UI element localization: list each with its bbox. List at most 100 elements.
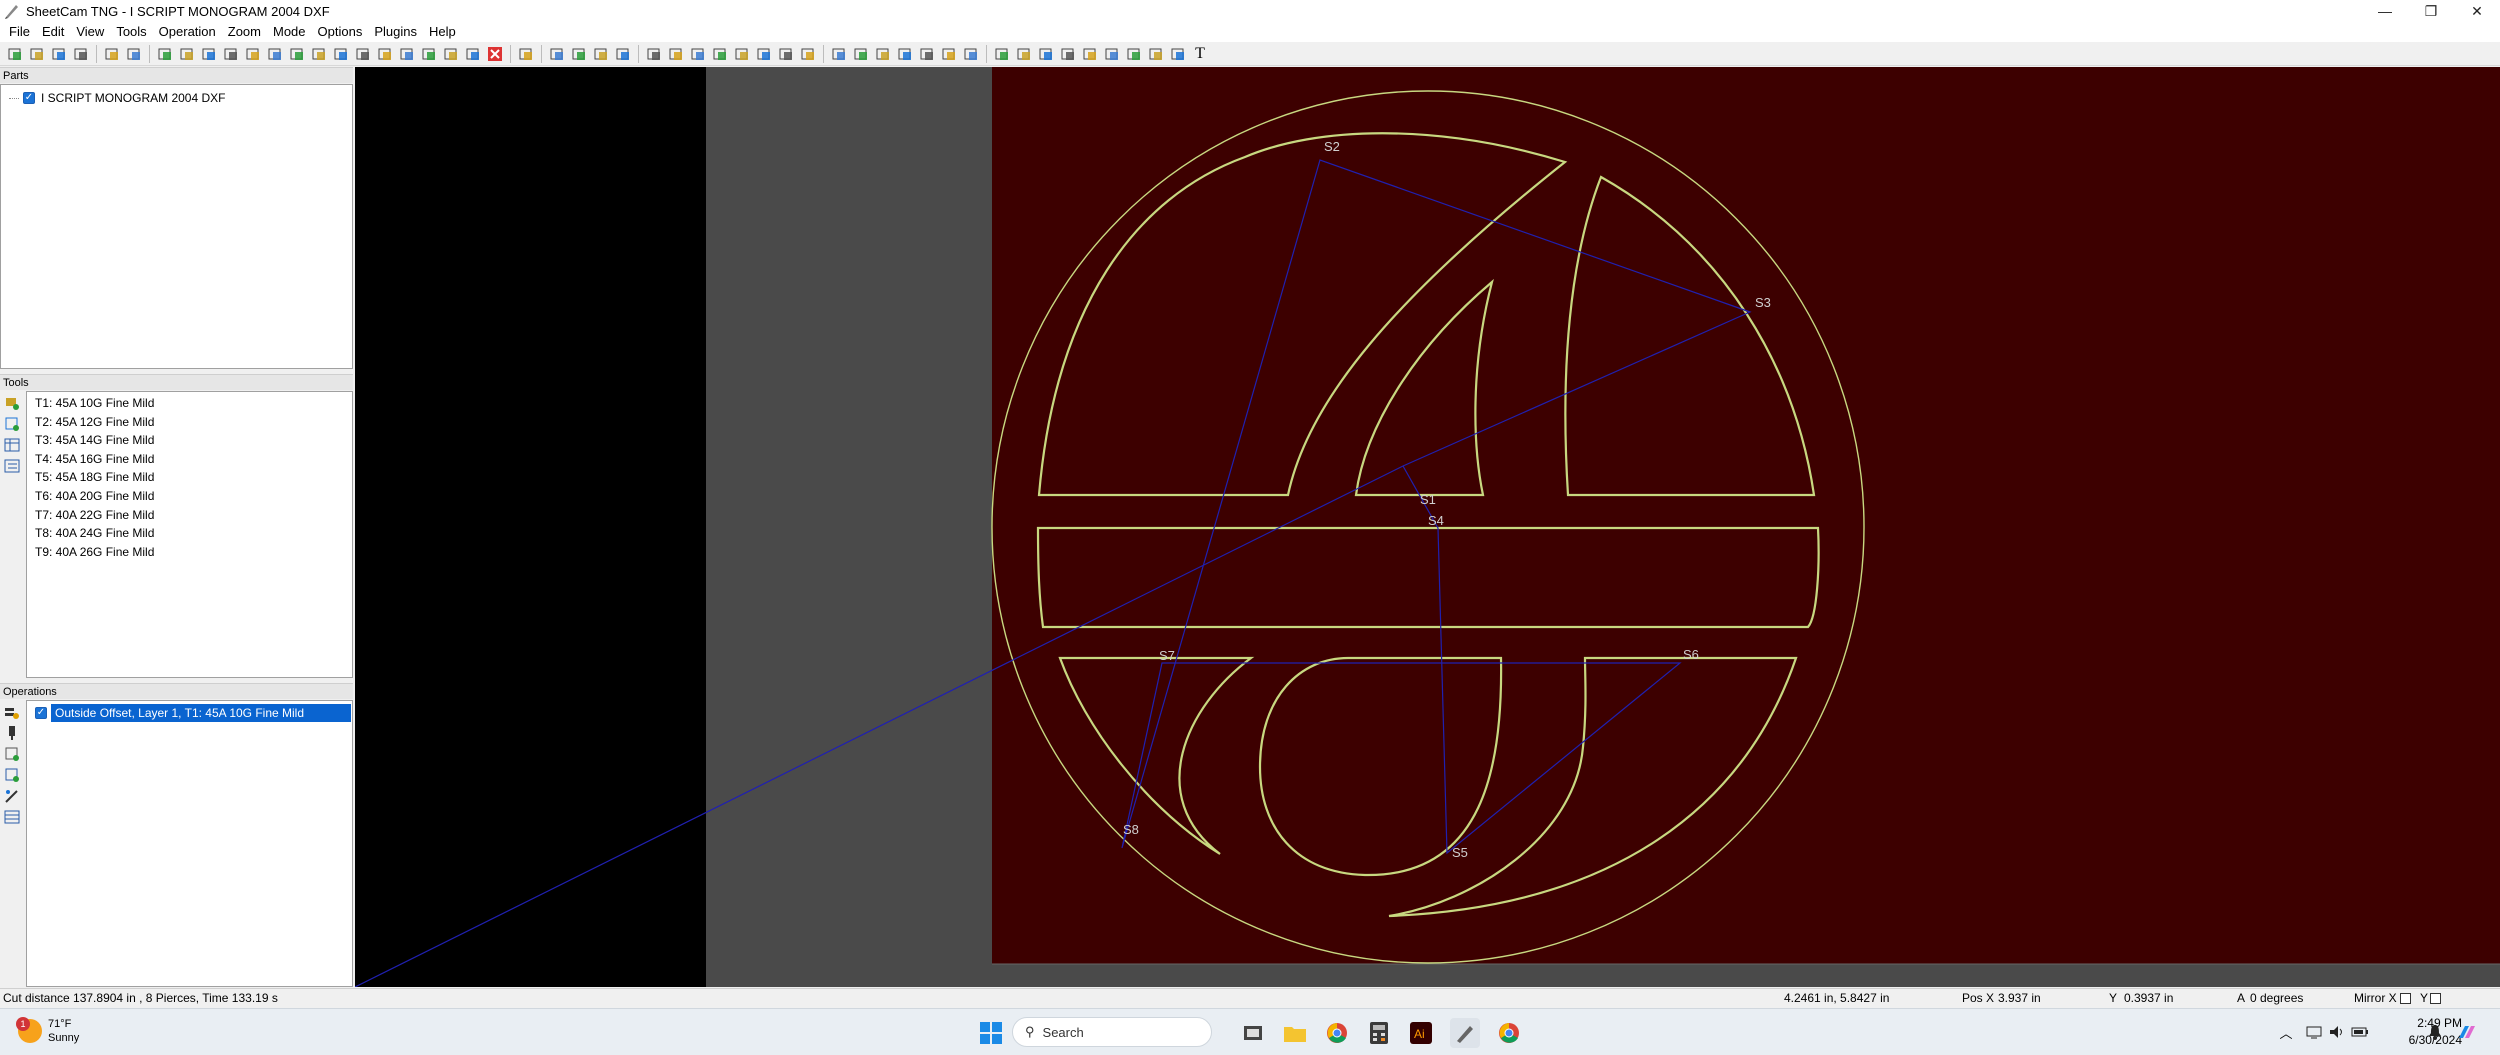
illustrator-icon[interactable]: Ai: [1406, 1018, 1436, 1048]
menu-plugins[interactable]: Plugins: [368, 22, 423, 42]
zoom-icon-6[interactable]: [940, 45, 958, 63]
show-hidden-icons-chevron-icon[interactable]: ︿: [2277, 1023, 2295, 1041]
part-checkbox[interactable]: ✓: [23, 92, 35, 104]
menu-tools[interactable]: Tools: [110, 22, 152, 42]
op-icon-4[interactable]: [222, 45, 240, 63]
drill-operation-icon[interactable]: [4, 725, 20, 741]
pos-y-value[interactable]: 0.3937 in: [2124, 989, 2173, 1008]
zoom-icon-5[interactable]: [918, 45, 936, 63]
undo-icon[interactable]: [517, 45, 535, 63]
view-icon-3[interactable]: [592, 45, 610, 63]
mode-icon-9[interactable]: [1169, 45, 1187, 63]
tool-item[interactable]: T3: 45A 14G Fine Mild: [27, 431, 352, 450]
view-icon-1[interactable]: [548, 45, 566, 63]
open-icon[interactable]: [28, 45, 46, 63]
view-icon-4[interactable]: [614, 45, 632, 63]
angle-value[interactable]: 0 degrees: [2250, 989, 2303, 1008]
mode-icon-4[interactable]: [1059, 45, 1077, 63]
sheetcam-taskbar-icon[interactable]: [1450, 1018, 1480, 1048]
op-icon-9[interactable]: [332, 45, 350, 63]
copilot-icon[interactable]: [2457, 1023, 2475, 1041]
operation-edit-icon[interactable]: [4, 767, 20, 783]
menu-file[interactable]: File: [3, 22, 36, 42]
mode-icon-3[interactable]: [1037, 45, 1055, 63]
new-icon[interactable]: [6, 45, 24, 63]
menu-help[interactable]: Help: [423, 22, 462, 42]
menu-view[interactable]: View: [70, 22, 110, 42]
delete-icon[interactable]: [486, 45, 504, 63]
select-icon[interactable]: [993, 45, 1011, 63]
op-icon-12[interactable]: [398, 45, 416, 63]
weather-widget[interactable]: 1 71°F Sunny: [16, 1017, 79, 1045]
zoom-out-icon[interactable]: [852, 45, 870, 63]
tool-item[interactable]: T9: 40A 26G Fine Mild: [27, 543, 352, 562]
op-icon-7[interactable]: [288, 45, 306, 63]
op-icon-6[interactable]: [266, 45, 284, 63]
tool-item[interactable]: T6: 40A 20G Fine Mild: [27, 487, 352, 506]
menu-operation[interactable]: Operation: [153, 22, 222, 42]
chrome-icon[interactable]: [1322, 1018, 1352, 1048]
taskbar-search[interactable]: ⚲ Search: [1012, 1017, 1212, 1047]
text-icon[interactable]: T: [1191, 45, 1209, 63]
path-icon-5[interactable]: [733, 45, 751, 63]
zoom-icon-7[interactable]: [962, 45, 980, 63]
task-view-icon[interactable]: [1238, 1018, 1268, 1048]
op-icon-11[interactable]: [376, 45, 394, 63]
toolpath-view[interactable]: S1 S2 S3 S4 S5 S6 S7 S8: [355, 67, 2500, 987]
mode-icon-2[interactable]: [1015, 45, 1033, 63]
path-icon-2[interactable]: [667, 45, 685, 63]
zoom-in-icon[interactable]: [830, 45, 848, 63]
mode-icon-5[interactable]: [1081, 45, 1099, 63]
tool-item[interactable]: T1: 45A 10G Fine Mild: [27, 394, 352, 413]
drawing-canvas[interactable]: S1 S2 S3 S4 S5 S6 S7 S8: [355, 67, 2500, 987]
layers-icon[interactable]: [570, 45, 588, 63]
network-icon[interactable]: [2305, 1023, 2323, 1041]
notification-bell-icon[interactable]: [2426, 1023, 2444, 1041]
mirror-y-checkbox[interactable]: [2430, 993, 2441, 1004]
operation-add-icon[interactable]: [4, 746, 20, 762]
op-icon-10[interactable]: [354, 45, 372, 63]
file-explorer-icon[interactable]: [1280, 1018, 1310, 1048]
op-icon-14[interactable]: [442, 45, 460, 63]
tool-item[interactable]: T8: 40A 24G Fine Mild: [27, 524, 352, 543]
operation-item[interactable]: ✓ Outside Offset, Layer 1, T1: 45A 10G F…: [27, 704, 352, 722]
new-operation-icon[interactable]: [4, 704, 20, 720]
op-icon-1[interactable]: [156, 45, 174, 63]
path-icon-3[interactable]: [689, 45, 707, 63]
operation-table-icon[interactable]: [4, 809, 20, 825]
op-icon-5[interactable]: [244, 45, 262, 63]
tool-add-icon[interactable]: [4, 416, 20, 432]
restore-button[interactable]: ❐: [2408, 0, 2454, 22]
start-button[interactable]: [976, 1018, 1006, 1048]
menu-options[interactable]: Options: [312, 22, 369, 42]
operation-checkbox[interactable]: ✓: [35, 707, 47, 719]
tool-item[interactable]: T2: 45A 12G Fine Mild: [27, 413, 352, 432]
print-icon[interactable]: [72, 45, 90, 63]
new-tool-icon[interactable]: [4, 395, 20, 411]
pos-x-value[interactable]: 3.937 in: [1998, 989, 2041, 1008]
tool-list-icon[interactable]: [4, 458, 20, 474]
zoom-icon-3[interactable]: [874, 45, 892, 63]
path-icon-8[interactable]: [799, 45, 817, 63]
calculator-icon[interactable]: [103, 45, 121, 63]
battery-icon[interactable]: [2351, 1023, 2369, 1041]
tool-item[interactable]: T5: 45A 18G Fine Mild: [27, 468, 352, 487]
menu-zoom[interactable]: Zoom: [222, 22, 267, 42]
op-icon-13[interactable]: [420, 45, 438, 63]
path-icon-4[interactable]: [711, 45, 729, 63]
minimize-button[interactable]: —: [2362, 0, 2408, 22]
chrome-profile-icon[interactable]: [1494, 1018, 1524, 1048]
mode-icon-7[interactable]: [1125, 45, 1143, 63]
menu-mode[interactable]: Mode: [267, 22, 312, 42]
volume-icon[interactable]: [2328, 1023, 2346, 1041]
mode-icon-8[interactable]: [1147, 45, 1165, 63]
tool-table-icon[interactable]: [4, 437, 20, 453]
op-icon-15[interactable]: [464, 45, 482, 63]
tool-item[interactable]: T4: 45A 16G Fine Mild: [27, 450, 352, 469]
op-icon-3[interactable]: [200, 45, 218, 63]
path-icon-1[interactable]: [645, 45, 663, 63]
op-icon-8[interactable]: [310, 45, 328, 63]
save-icon[interactable]: [50, 45, 68, 63]
operation-tool-icon[interactable]: [4, 788, 20, 804]
op-icon-2[interactable]: [178, 45, 196, 63]
